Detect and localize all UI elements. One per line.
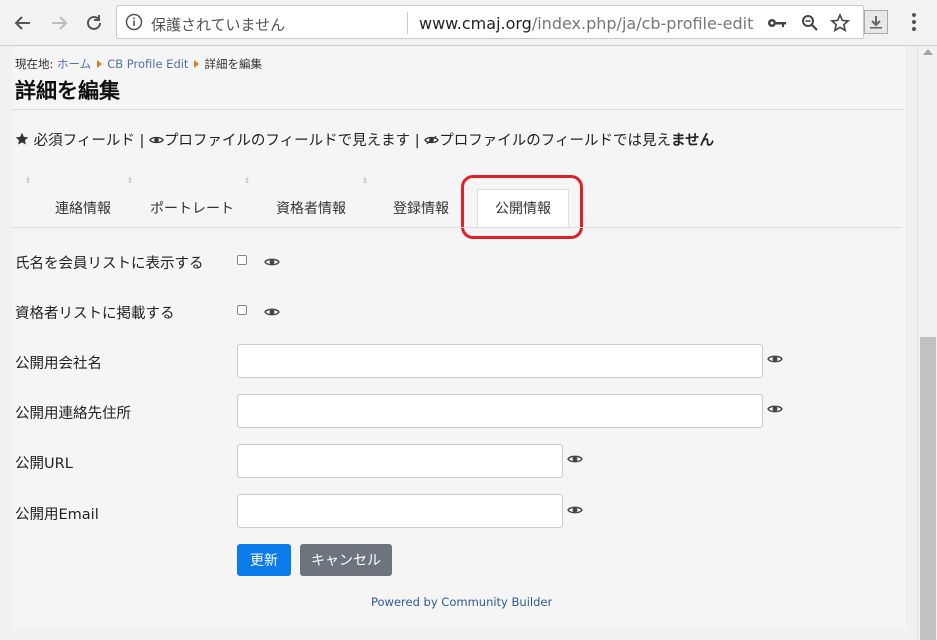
reload-icon xyxy=(87,15,101,30)
tab-portrait[interactable]: ポートレート xyxy=(144,189,240,227)
arrow-right-icon xyxy=(52,16,68,30)
address-bar[interactable]: 保護されていません www.cmaj.org/index.php/ja/cb-p… xyxy=(116,5,864,39)
cancel-button[interactable]: キャンセル xyxy=(300,544,392,576)
omnibox-divider xyxy=(407,12,408,34)
page-content: 現在地: ホーム CB Profile Edit 詳細を編集 詳細を編集 必須フィー… xyxy=(12,47,906,629)
zoom-icon[interactable] xyxy=(800,13,820,33)
list-qualified-label: 資格者リストに掲載する xyxy=(15,306,175,322)
url-label: 公開URL xyxy=(15,456,73,472)
tab-contact-info[interactable]: 連絡情報 xyxy=(42,189,124,227)
info-icon[interactable] xyxy=(125,13,143,35)
legend-hidden-bold: ません xyxy=(670,133,715,149)
eye-icon xyxy=(264,308,280,316)
list-qualified-checkbox[interactable] xyxy=(237,305,247,315)
update-button[interactable]: 更新 xyxy=(237,544,291,576)
browser-toolbar: 保護されていません www.cmaj.org/index.php/ja/cb-p… xyxy=(0,0,937,46)
breadcrumb-cb-profile-link[interactable]: CB Profile Edit xyxy=(107,57,188,71)
back-button[interactable] xyxy=(8,8,38,38)
arrow-left-icon xyxy=(14,16,30,30)
security-status: 保護されていません xyxy=(151,16,286,34)
tab-drag-handle-icon: ⁞⁞ xyxy=(128,176,132,185)
title-divider xyxy=(12,109,904,110)
more-vert-icon xyxy=(912,13,916,31)
tab-drag-handle-icon: ⁞⁞ xyxy=(245,176,249,185)
tab-registration-info[interactable]: 登録情報 xyxy=(380,189,462,227)
field-legend: 必須フィールド | プロファイルのフィールドで見えます | プロファイルのフィー… xyxy=(15,129,714,150)
url-host: www.cmaj.org xyxy=(419,14,532,33)
browser-menu-button[interactable] xyxy=(904,10,924,34)
address-label: 公開用連絡先住所 xyxy=(15,406,131,422)
eye-icon xyxy=(567,455,583,463)
url-text[interactable]: www.cmaj.org/index.php/ja/cb-profile-edi… xyxy=(419,14,753,33)
show-name-label: 氏名を会員リストに表示する xyxy=(15,256,204,272)
scroll-up-arrow-icon[interactable] xyxy=(923,49,933,55)
legend-separator: | xyxy=(414,133,420,149)
email-label: 公開用Email xyxy=(15,507,99,523)
company-input[interactable] xyxy=(237,344,763,378)
legend-required: 必須フィールド xyxy=(33,133,135,149)
eye-icon xyxy=(767,355,783,363)
bookmark-star-icon[interactable] xyxy=(830,13,850,33)
download-button[interactable] xyxy=(864,10,888,34)
breadcrumb: 現在地: ホーム CB Profile Edit 詳細を編集 xyxy=(15,56,262,72)
page-title: 詳細を編集 xyxy=(15,79,120,103)
tab-drag-handle-icon: ⁞⁞ xyxy=(363,176,367,185)
star-icon xyxy=(15,132,29,145)
tabs-divider xyxy=(12,227,902,228)
scroll-thumb[interactable] xyxy=(920,337,936,640)
eye-slash-icon xyxy=(424,135,440,145)
legend-visible: プロファイルのフィールドで見えます xyxy=(163,133,411,149)
breadcrumb-home-link[interactable]: ホーム xyxy=(57,57,91,71)
breadcrumb-current: 詳細を編集 xyxy=(204,57,262,71)
url-path: /index.php/ja/cb-profile-edit xyxy=(531,14,754,33)
breadcrumb-prefix: 現在地: xyxy=(15,57,54,71)
legend-hidden-prefix: プロファイルのフィールドでは見え xyxy=(439,133,671,149)
eye-icon xyxy=(767,405,783,413)
eye-icon xyxy=(264,258,280,266)
tab-qualification-info[interactable]: 資格者情報 xyxy=(263,189,359,227)
email-input[interactable] xyxy=(237,494,563,528)
company-label: 公開用会社名 xyxy=(15,356,102,372)
breadcrumb-caret-icon xyxy=(194,60,200,68)
eye-icon xyxy=(567,506,583,514)
address-input[interactable] xyxy=(237,394,763,428)
url-input[interactable] xyxy=(237,444,563,478)
reload-button[interactable] xyxy=(79,8,109,38)
show-name-checkbox[interactable] xyxy=(237,255,247,265)
powered-by-link[interactable]: Powered by Community Builder xyxy=(371,595,552,609)
vertical-scrollbar[interactable] xyxy=(917,47,937,640)
forward-button[interactable] xyxy=(44,8,74,38)
key-icon[interactable] xyxy=(767,13,787,33)
breadcrumb-caret-icon xyxy=(97,60,103,68)
tab-drag-handle-icon: ⁞⁞ xyxy=(26,176,30,185)
legend-separator: | xyxy=(139,133,145,149)
eye-icon xyxy=(149,136,164,144)
tab-highlight-annotation xyxy=(461,175,583,239)
legend-hidden: プロファイルのフィールドでは見えません xyxy=(439,133,714,149)
download-icon xyxy=(870,16,882,29)
